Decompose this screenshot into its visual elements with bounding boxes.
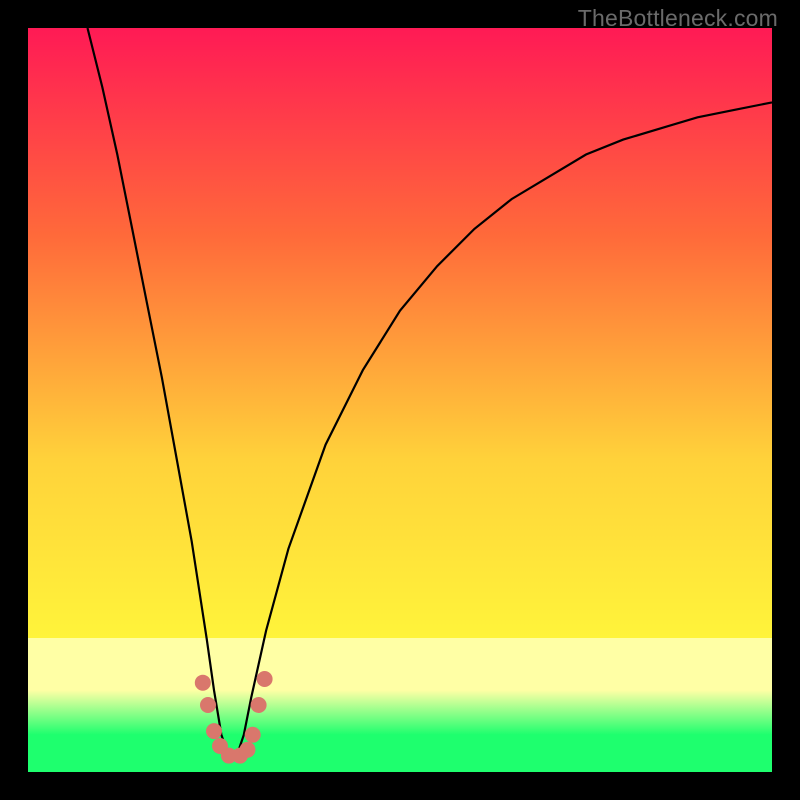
marker-dot — [245, 727, 261, 743]
marker-dot — [195, 675, 211, 691]
marker-dot — [240, 742, 256, 758]
marker-dot — [257, 671, 273, 687]
marker-dot — [200, 697, 216, 713]
marker-dot — [251, 697, 267, 713]
watermark-text: TheBottleneck.com — [578, 5, 778, 32]
chart-svg — [28, 28, 772, 772]
plot-area — [28, 28, 772, 772]
bottleneck-curve — [88, 28, 773, 757]
marker-dot — [206, 723, 222, 739]
marker-cluster — [195, 671, 273, 764]
